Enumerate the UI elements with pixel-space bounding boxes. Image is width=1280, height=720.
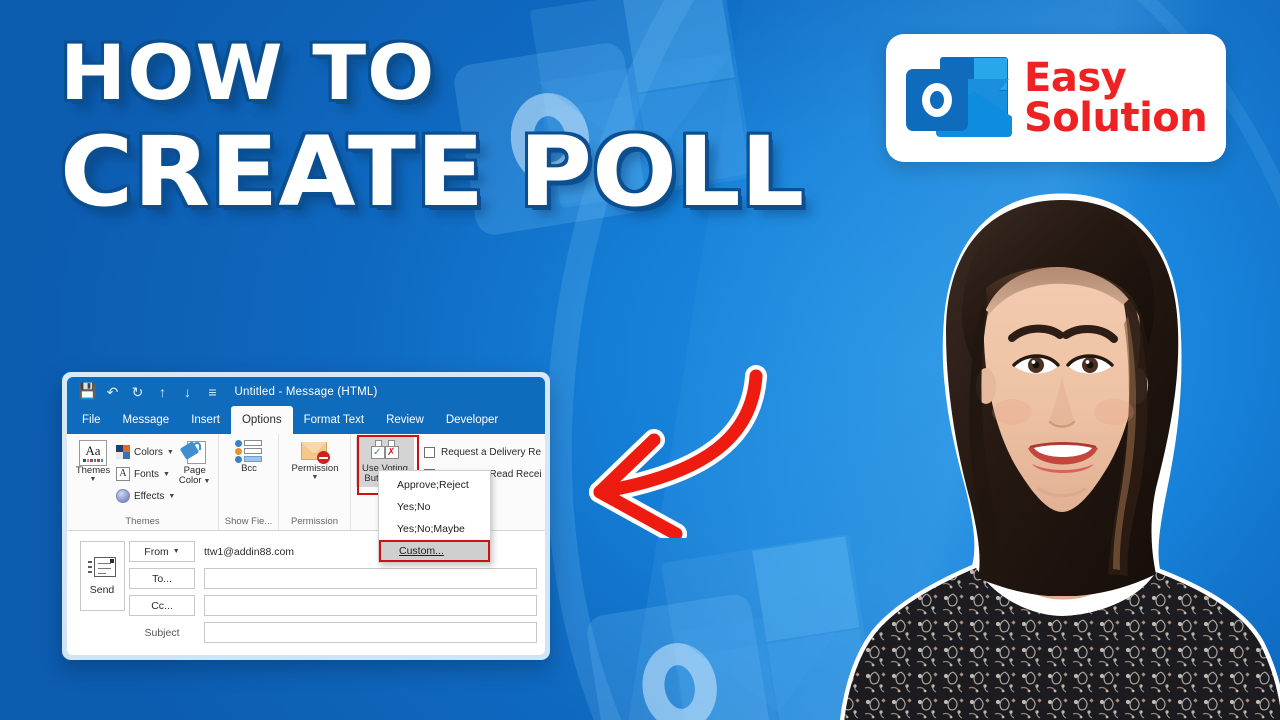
subject-input[interactable] — [204, 622, 537, 643]
quick-access-toolbar: 💾 ↶ ↻ ↑ ↓ ≡ — [67, 379, 225, 404]
fonts-label: Fonts — [134, 468, 160, 480]
themes-button[interactable]: Aa Themes ▼ — [72, 438, 114, 484]
thumbnail-canvas: HOW TO CREATE POLL Easy Solution 💾 ↶ ↻ ↑… — [0, 0, 1280, 720]
use-voting-buttons-icon: ✓ ✗ — [370, 440, 400, 464]
page-color-button[interactable]: Page Color ▼ — [175, 438, 214, 487]
chevron-down-icon[interactable]: ▼ — [167, 449, 174, 456]
cc-input[interactable] — [204, 595, 537, 616]
chevron-down-icon[interactable]: ▼ — [312, 474, 319, 482]
menu-item-approve-reject[interactable]: Approve;Reject — [379, 474, 490, 496]
colors-label: Colors — [134, 446, 163, 458]
send-button[interactable]: Send — [79, 541, 125, 611]
chevron-down-icon[interactable]: ▼ — [90, 476, 97, 484]
bcc-label: Bcc — [241, 463, 257, 474]
themes-icon: Aa — [79, 440, 107, 466]
colors-icon — [116, 445, 131, 459]
ribbon-tab-bar: File Message Insert Options Format Text … — [67, 406, 545, 434]
brand-logo-card: Easy Solution — [886, 34, 1226, 162]
checkbox-icon[interactable] — [424, 446, 435, 458]
send-button-label: Send — [89, 583, 115, 596]
from-button-label: From — [144, 545, 169, 558]
permission-icon — [300, 440, 330, 464]
undo-icon[interactable]: ↶ — [100, 379, 125, 404]
cc-button[interactable]: Cc... — [129, 595, 195, 616]
tab-review[interactable]: Review — [375, 406, 435, 434]
chevron-down-icon[interactable]: ▼ — [163, 471, 170, 478]
permission-button[interactable]: Permission ▼ — [284, 438, 346, 482]
group-label-show-fields: Show Fie... — [224, 516, 273, 527]
tab-format-text[interactable]: Format Text — [293, 406, 376, 434]
tab-developer[interactable]: Developer — [435, 406, 509, 434]
to-input[interactable] — [204, 568, 537, 589]
tab-insert[interactable]: Insert — [180, 406, 231, 434]
request-delivery-receipt-label: Request a Delivery Re — [441, 446, 542, 458]
permission-label: Permission — [291, 463, 339, 474]
bcc-button[interactable]: Bcc — [224, 438, 274, 474]
ribbon-group-permission: Permission ▼ Permission — [279, 434, 351, 530]
chevron-down-icon[interactable]: ▼ — [204, 478, 211, 486]
cc-row: Cc... — [129, 595, 537, 616]
chevron-down-icon[interactable]: ▼ — [173, 548, 180, 555]
window-title-bar: 💾 ↶ ↻ ↑ ↓ ≡ Untitled - Message (HTML) — [67, 377, 545, 406]
bcc-icon — [235, 440, 263, 464]
from-button[interactable]: From ▼ — [129, 541, 195, 562]
save-icon[interactable]: 💾 — [75, 379, 100, 404]
subject-row: Subject — [129, 622, 537, 643]
red-curved-arrow — [566, 358, 796, 545]
headline-line-2: CREATE POLL — [60, 115, 805, 228]
chevron-down-icon[interactable]: ▼ — [168, 493, 175, 500]
outlook-compose-window: 💾 ↶ ↻ ↑ ↓ ≡ Untitled - Message (HTML) Fi… — [62, 372, 550, 660]
headline-line-1: HOW TO — [60, 28, 436, 117]
tab-message[interactable]: Message — [112, 406, 181, 434]
fonts-button[interactable]: A Fonts ▼ — [114, 463, 175, 485]
outlook-logo-icon — [900, 49, 1012, 147]
customize-quick-access-icon[interactable]: ≡ — [200, 379, 225, 404]
effects-label: Effects — [134, 490, 165, 502]
to-row: To... — [129, 568, 537, 589]
headline-block: HOW TO CREATE POLL — [60, 35, 804, 221]
redo-icon[interactable]: ↻ — [125, 379, 150, 404]
menu-item-yes-no[interactable]: Yes;No — [379, 496, 490, 518]
tab-file[interactable]: File — [71, 406, 112, 434]
colors-button[interactable]: Colors ▼ — [114, 441, 175, 463]
menu-item-yes-no-maybe[interactable]: Yes;No;Maybe — [379, 518, 490, 540]
use-voting-buttons-menu[interactable]: Approve;Reject Yes;No Yes;No;Maybe Custo… — [378, 470, 491, 563]
previous-item-icon[interactable]: ↑ — [150, 379, 175, 404]
group-label-themes: Themes — [125, 516, 160, 527]
presenter-photo — [836, 176, 1280, 720]
outlook-watermark-top — [434, 0, 807, 314]
effects-icon — [116, 489, 131, 503]
group-label-permission: Permission — [291, 516, 338, 527]
request-delivery-receipt-checkbox[interactable]: Request a Delivery Re — [424, 441, 542, 463]
brand-name-line-2: Solution — [1024, 95, 1208, 141]
themes-button-label: Themes — [75, 465, 111, 476]
effects-button[interactable]: Effects ▼ — [114, 485, 175, 507]
next-item-icon[interactable]: ↓ — [175, 379, 200, 404]
fonts-icon: A — [116, 467, 131, 481]
brand-name-line-1: Easy — [1024, 55, 1127, 101]
ribbon-group-show-fields: Bcc Show Fie... — [219, 434, 279, 530]
subject-label: Subject — [144, 626, 180, 639]
to-button[interactable]: To... — [129, 568, 195, 589]
page-color-label-2: Color — [178, 475, 202, 487]
send-icon — [88, 556, 116, 579]
brand-name: Easy Solution — [1024, 55, 1208, 141]
ribbon-group-themes: Aa Themes ▼ Colors ▼ A Fonts ▼ Effects ▼… — [67, 434, 219, 530]
menu-item-custom-label: Custom... — [399, 545, 444, 557]
menu-item-custom[interactable]: Custom... — [379, 540, 490, 562]
from-value: ttw1@addin88.com — [204, 545, 295, 558]
tab-options[interactable]: Options — [230, 406, 293, 434]
page-color-icon — [179, 440, 208, 466]
